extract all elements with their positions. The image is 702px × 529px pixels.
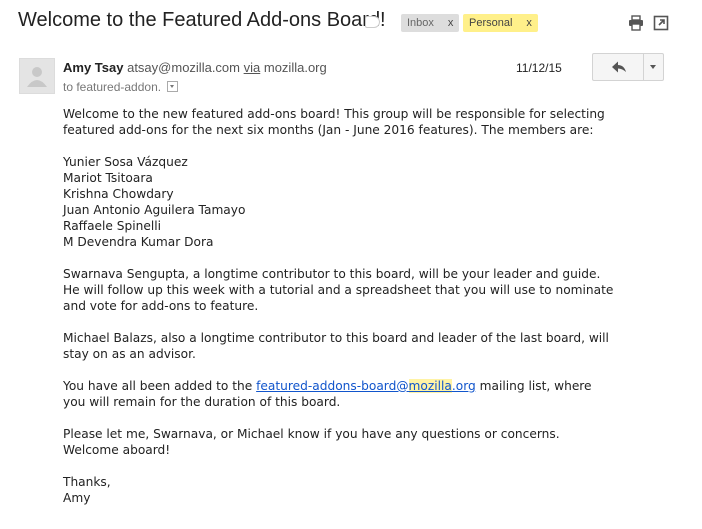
body-line: featured add-ons for the next six months…: [63, 123, 594, 137]
mailing-list-link[interactable]: featured-addons-board@mozilla.org: [256, 379, 476, 393]
label-chip-text: Inbox: [407, 17, 434, 29]
remove-label-button[interactable]: x: [448, 17, 454, 29]
member-name: Raffaele Spinelli: [63, 219, 162, 233]
questions-paragraph: Please let me, Swarnava, or Michael know…: [63, 426, 683, 458]
body-line: Please let me, Swarnava, or Michael know…: [63, 427, 560, 441]
member-name: Juan Antonio Aguilera Tamayo: [63, 203, 246, 217]
remove-label-button[interactable]: x: [526, 17, 532, 29]
body-line: Welcome to the new featured add-ons boar…: [63, 107, 605, 121]
label-tag-icon[interactable]: [365, 16, 380, 28]
member-name: Krishna Chowdary: [63, 187, 174, 201]
leader-paragraph: Swarnava Sengupta, a longtime contributo…: [63, 266, 683, 314]
signature-name: Amy: [63, 491, 91, 505]
reply-icon: [612, 61, 626, 73]
sender-name[interactable]: Amy Tsay: [63, 60, 123, 75]
recipients-line: to featured-addon.: [63, 80, 179, 94]
members-list: Yunier Sosa Vázquez Mariot Tsitoara Kris…: [63, 154, 683, 250]
advisor-paragraph: Michael Balazs, also a longtime contribu…: [63, 330, 683, 362]
body-line: You have all been added to the featured-…: [63, 378, 683, 394]
link-text: featured-addons-board@: [256, 379, 409, 393]
body-line: and vote for add-ons to feature.: [63, 299, 259, 313]
avatar[interactable]: [19, 58, 55, 94]
intro-paragraph: Welcome to the new featured add-ons boar…: [63, 106, 683, 138]
label-chip-text: Personal: [469, 17, 513, 29]
email-subject: Welcome to the Featured Add-ons Board!: [18, 9, 386, 31]
body-line: you will remain for the duration of this…: [63, 395, 341, 409]
body-line: Swarnava Sengupta, a longtime contributo…: [63, 267, 601, 281]
mailing-list-paragraph: You have all been added to the featured-…: [63, 378, 683, 410]
sender-email: atsay@mozilla.com: [127, 60, 240, 75]
recipients-text: to featured-addon.: [63, 80, 162, 94]
label-chip-personal[interactable]: Personal x: [463, 14, 538, 32]
more-actions-button[interactable]: [644, 54, 663, 80]
reply-button[interactable]: [593, 54, 644, 80]
message-date: 11/12/15: [516, 61, 562, 75]
new-window-icon[interactable]: [653, 15, 669, 31]
body-line: Michael Balazs, also a longtime contribu…: [63, 331, 609, 345]
show-details-icon[interactable]: [167, 81, 179, 92]
body-line: stay on as an advisor.: [63, 347, 196, 361]
member-name: Mariot Tsitoara: [63, 171, 153, 185]
body-line: Welcome aboard!: [63, 443, 171, 457]
body-line: He will follow up this week with a tutor…: [63, 283, 614, 297]
sender-line: Amy Tsay atsay@mozilla.com via mozilla.o…: [63, 60, 327, 75]
via-domain: mozilla.org: [263, 60, 327, 75]
member-name: M Devendra Kumar Dora: [63, 235, 214, 249]
body-text: You have all been added to the: [63, 379, 257, 393]
via-link[interactable]: via: [244, 60, 261, 75]
body-text: mailing list, where: [475, 379, 592, 393]
print-icon[interactable]: [628, 15, 644, 31]
link-text: .org: [451, 379, 476, 393]
signoff: Thanks,: [63, 475, 111, 489]
signature-block: Thanks, Amy: [63, 474, 683, 506]
link-text-highlighted: mozilla: [408, 379, 452, 393]
member-name: Yunier Sosa Vázquez: [63, 155, 188, 169]
reply-button-group: [592, 53, 664, 81]
label-chip-inbox[interactable]: Inbox x: [401, 14, 460, 32]
message-body: Welcome to the new featured add-ons boar…: [63, 106, 683, 522]
